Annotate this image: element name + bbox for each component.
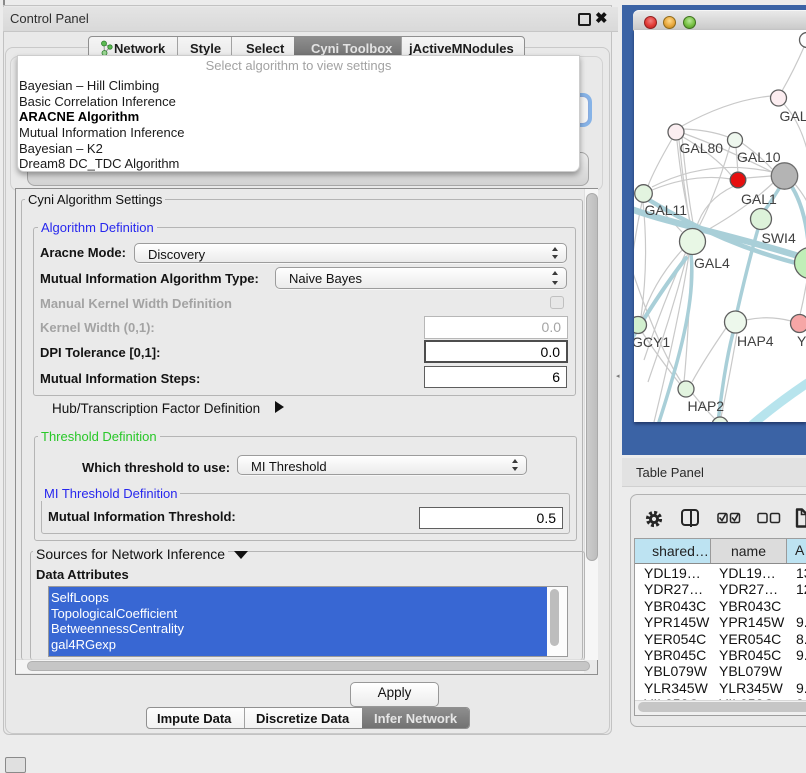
svg-text:YJ: YJ — [797, 333, 806, 349]
svg-text:GAL10: GAL10 — [737, 149, 781, 165]
svg-text:GAL1: GAL1 — [741, 191, 777, 207]
svg-text:GAL80: GAL80 — [780, 108, 806, 124]
svg-text:HAP2: HAP2 — [688, 398, 725, 414]
svg-text:GAL80: GAL80 — [680, 140, 724, 156]
svg-text:SWI4: SWI4 — [762, 230, 796, 246]
svg-text:GAL4: GAL4 — [694, 255, 730, 271]
svg-text:HAP4: HAP4 — [737, 333, 774, 349]
svg-text:GCY1: GCY1 — [634, 334, 670, 350]
svg-text:GAL11: GAL11 — [645, 202, 688, 218]
